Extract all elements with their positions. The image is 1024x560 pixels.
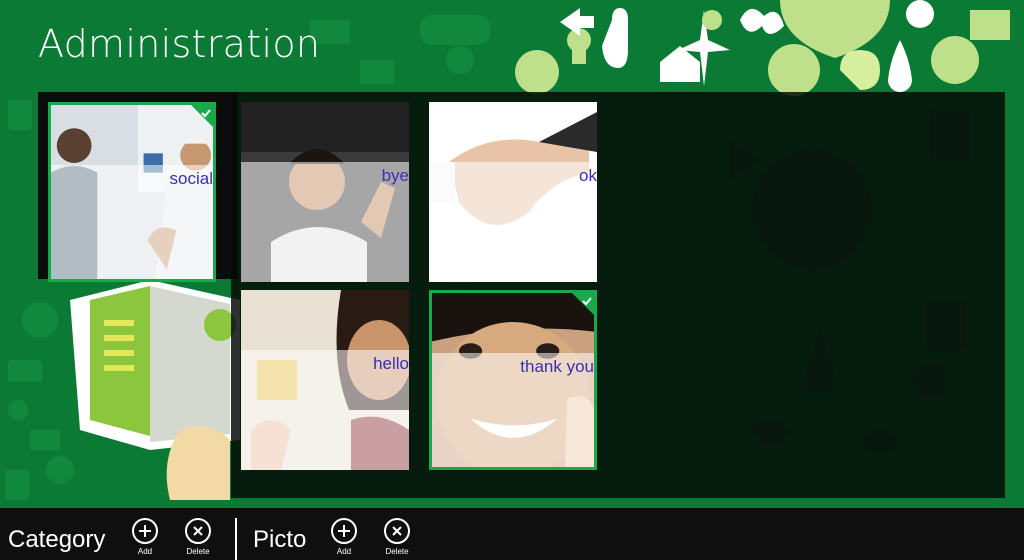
button-caption: Add xyxy=(137,547,153,556)
plus-icon xyxy=(132,518,158,544)
tile-label: hello xyxy=(373,354,409,373)
tile-label: thank you xyxy=(520,357,594,376)
category-delete-button[interactable]: Delete xyxy=(178,518,218,556)
check-icon xyxy=(191,105,213,127)
button-caption: Delete xyxy=(186,547,210,556)
button-caption: Delete xyxy=(385,547,409,556)
picto-tile-ok[interactable]: ok xyxy=(429,102,597,282)
category-tile-social[interactable]: social xyxy=(48,102,216,282)
label-veil xyxy=(429,162,597,282)
button-caption: Add xyxy=(336,547,352,556)
picto-tile-bye[interactable]: bye xyxy=(241,102,409,282)
picto-label: Picto xyxy=(253,526,307,553)
category-add-button[interactable]: Add xyxy=(125,518,165,556)
x-icon xyxy=(384,518,410,544)
x-icon xyxy=(185,518,211,544)
picto-delete-button[interactable]: Delete xyxy=(377,518,417,556)
category-label: Category xyxy=(8,526,106,553)
page-title: Administration xyxy=(38,22,321,66)
tile-label: social xyxy=(169,169,213,188)
check-icon xyxy=(572,293,594,315)
plus-icon xyxy=(331,518,357,544)
app-bar-divider xyxy=(235,518,237,560)
picto-tile-hello[interactable]: hello xyxy=(241,290,409,470)
tile-label: ok xyxy=(579,166,597,185)
picto-tile-thank-you[interactable]: thank you xyxy=(429,290,597,470)
picto-add-button[interactable]: Add xyxy=(324,518,364,556)
tile-label: bye xyxy=(381,166,409,185)
